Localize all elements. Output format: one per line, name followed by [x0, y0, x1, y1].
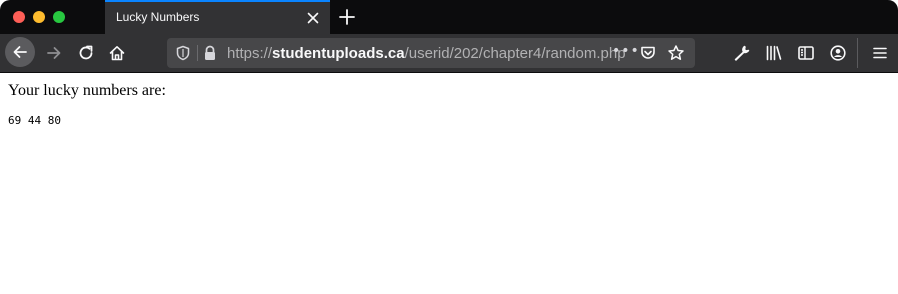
tab-title: Lucky Numbers — [116, 10, 200, 24]
toolbar-divider — [857, 38, 858, 68]
url-host: studentuploads.ca — [272, 45, 405, 62]
close-icon[interactable] — [305, 10, 321, 26]
hamburger-menu-icon[interactable] — [871, 44, 889, 62]
navigation-toolbar: https://studentuploads.ca/userid/202/cha… — [0, 34, 898, 73]
library-icon[interactable] — [765, 44, 783, 62]
pocket-icon[interactable] — [639, 44, 657, 62]
new-tab-icon[interactable] — [338, 8, 356, 26]
reload-icon[interactable] — [77, 44, 95, 62]
url-path: /userid/202/chapter4/random.php — [404, 45, 626, 62]
star-icon[interactable] — [667, 44, 685, 62]
arrow-right-icon[interactable] — [45, 44, 63, 62]
page-heading: Your lucky numbers are: — [8, 82, 166, 99]
url-text[interactable]: https://studentuploads.ca/userid/202/cha… — [227, 45, 626, 62]
tracking-shield-icon[interactable] — [175, 45, 191, 61]
wrench-icon[interactable] — [733, 44, 751, 62]
lucky-numbers: 69 44 80 — [8, 114, 61, 127]
window-maximize-button[interactable] — [53, 11, 65, 23]
home-icon[interactable] — [108, 44, 126, 62]
url-separator — [197, 45, 198, 61]
url-scheme: https:// — [227, 45, 273, 62]
window-close-button[interactable] — [13, 11, 25, 23]
page-content: Your lucky numbers are: 69 44 80 — [0, 74, 898, 294]
page-actions-menu-icon[interactable]: ••• — [612, 43, 640, 59]
arrow-left-icon — [13, 46, 27, 58]
lock-icon[interactable] — [203, 45, 217, 61]
window-minimize-button[interactable] — [33, 11, 45, 23]
tab-strip: Lucky Numbers — [0, 0, 898, 34]
tab-lucky-numbers[interactable]: Lucky Numbers — [105, 0, 330, 34]
url-bar[interactable]: https://studentuploads.ca/userid/202/cha… — [167, 38, 695, 68]
sidebar-icon[interactable] — [797, 44, 815, 62]
back-button[interactable] — [5, 37, 35, 67]
account-icon[interactable] — [829, 44, 847, 62]
